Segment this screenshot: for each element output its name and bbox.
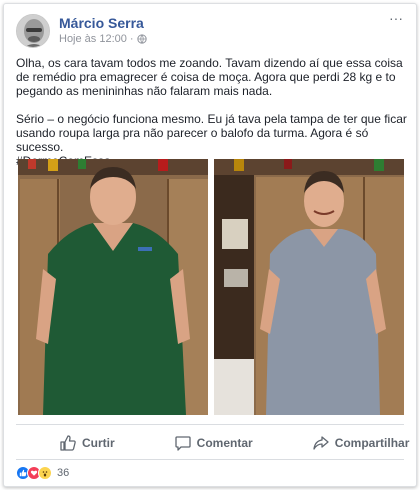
before-photo-image [18,159,208,415]
actions-divider-bottom [16,459,404,460]
comment-button[interactable]: Comentar [145,435,283,451]
post-paragraph-2-text: Sério – o negócio funciona mesmo. Eu já … [16,112,407,154]
post-paragraph-1: Olha, os cara tavam todos me zoando. Tav… [16,56,403,98]
share-label: Compartilhar [334,436,410,450]
post-photos [18,159,404,415]
author-name[interactable]: Márcio Serra [59,15,144,31]
post-header: Márcio Serra Hoje às 12:00 · ··· [16,11,406,48]
like-label: Curtir [82,436,115,450]
post-text: Olha, os cara tavam todos me zoando. Tav… [16,56,408,168]
reactions-summary[interactable]: 36 [16,464,69,482]
comment-label: Comentar [196,436,253,450]
wow-reaction-icon [38,466,52,480]
comment-icon [175,436,191,451]
post-actions: Curtir Comentar Compartilhar [16,430,410,456]
like-icon [60,435,76,451]
avatar-photo [17,15,49,47]
reaction-count: 36 [57,467,70,479]
post-meta: Hoje às 12:00 · [59,33,147,45]
share-button[interactable]: Compartilhar [283,435,410,451]
post-timestamp[interactable]: Hoje às 12:00 [59,33,127,45]
more-options-button[interactable]: ··· [386,11,406,28]
actions-divider-top [16,424,404,425]
after-photo-image [214,159,404,415]
globe-icon [136,34,147,44]
post-card: Márcio Serra Hoje às 12:00 · ··· Olha, o… [3,3,417,487]
before-photo[interactable] [18,159,208,415]
share-icon [313,436,329,450]
meta-separator: · [129,33,134,45]
like-button[interactable]: Curtir [16,435,145,451]
avatar[interactable] [16,14,50,48]
after-photo[interactable] [214,159,404,415]
